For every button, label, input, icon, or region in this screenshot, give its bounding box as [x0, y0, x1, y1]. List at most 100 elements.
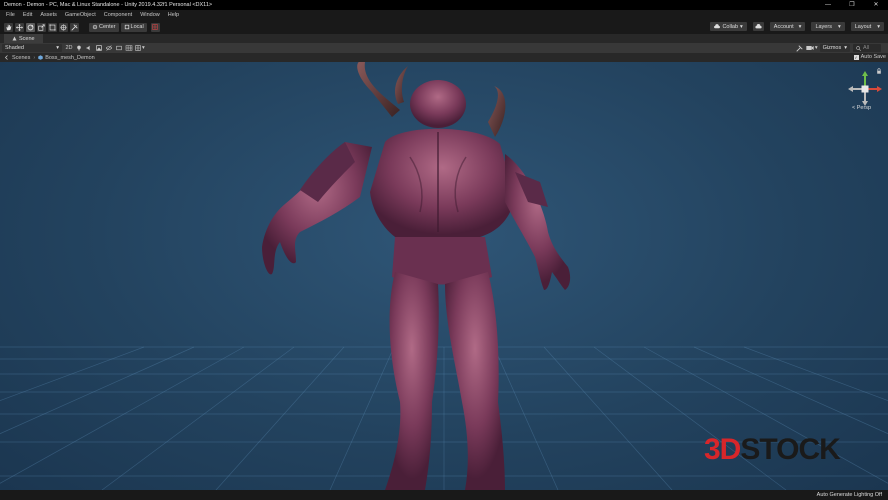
- move-arrows-icon: [16, 23, 23, 31]
- snap-grid-icon: [135, 45, 141, 51]
- scene-viewport[interactable]: < Persp: [0, 62, 888, 490]
- pivot-space-toggle[interactable]: Local: [120, 22, 147, 32]
- demon-right-leg: [445, 272, 505, 490]
- layers-dropdown[interactable]: Layers ▾: [811, 22, 845, 31]
- demon-torso: [370, 128, 515, 240]
- collab-dropdown[interactable]: Collab ▾: [710, 22, 747, 31]
- scene-view-toolbar: Shaded ▾ 2D ▾ ▾ Gizmos ▾ All: [0, 43, 888, 53]
- floor-grid: [0, 346, 888, 490]
- hidden-count-badge: [115, 44, 123, 52]
- cloud-icon: [755, 24, 762, 29]
- chevron-down-icon: ▾: [814, 45, 818, 51]
- menu-gameobject[interactable]: GameObject: [65, 12, 96, 18]
- orientation-gizmo[interactable]: [846, 70, 884, 108]
- breadcrumb: Scenes › Boss_mesh_Demon ✓ Auto Save: [0, 53, 888, 62]
- chevron-down-icon: ▾: [844, 45, 847, 51]
- local-space-icon: [124, 24, 129, 30]
- auto-save-checkbox[interactable]: ✓: [853, 54, 859, 60]
- 2d-mode-toggle[interactable]: 2D: [65, 44, 73, 52]
- back-arrow-icon[interactable]: [4, 55, 9, 60]
- rotate-icon: [27, 24, 34, 30]
- tab-scene-label: Scene: [19, 35, 35, 42]
- scale-tool-button[interactable]: [37, 22, 46, 32]
- gizmos-dropdown[interactable]: Gizmos ▾: [819, 44, 850, 52]
- minimize-button[interactable]: —: [816, 0, 840, 10]
- light-bulb-icon: [77, 45, 81, 51]
- scene-render: [0, 62, 888, 490]
- layout-label: Layout: [854, 23, 872, 30]
- demon-model[interactable]: [262, 62, 571, 490]
- scene-icon: [12, 36, 17, 41]
- pivot-center-toggle[interactable]: Center: [89, 22, 119, 32]
- shading-label: Shaded: [5, 45, 24, 51]
- account-label: Account: [773, 23, 794, 30]
- menu-help[interactable]: Help: [168, 12, 179, 18]
- scene-tab-strip: Scene: [0, 34, 888, 43]
- wrench-icon: [796, 44, 803, 52]
- menu-assets[interactable]: Assets: [40, 12, 57, 18]
- chevron-down-icon: ▾: [56, 45, 59, 51]
- status-bar: Auto Generate Lighting Off: [0, 490, 888, 500]
- grid-snap-icon: [152, 24, 158, 30]
- window-title: Demon - Demon - PC, Mac & Linux Standalo…: [4, 2, 213, 8]
- tools-menu-button[interactable]: [796, 44, 804, 52]
- eye-slash-icon: [106, 45, 112, 51]
- speaker-icon: [86, 45, 90, 51]
- lock-icon[interactable]: [876, 68, 882, 74]
- snap-settings-button[interactable]: [150, 22, 160, 32]
- perspective-label[interactable]: < Persp: [852, 105, 871, 111]
- watermark-3d: 3D: [704, 433, 741, 466]
- layout-dropdown[interactable]: Layout ▾: [850, 22, 884, 31]
- chevron-down-icon: ▾: [798, 23, 802, 30]
- breadcrumb-current[interactable]: Boss_mesh_Demon: [45, 55, 95, 61]
- scene-view-toolbar-right: ▾ Gizmos ▾ All: [796, 44, 884, 52]
- search-scope-label: All: [863, 45, 870, 51]
- rotate-tool-button[interactable]: [26, 22, 35, 32]
- grid-toggle[interactable]: [125, 44, 133, 52]
- move-tool-button[interactable]: [15, 22, 24, 32]
- tab-scene[interactable]: Scene: [4, 34, 43, 43]
- lighting-status[interactable]: Auto Generate Lighting Off: [817, 492, 882, 498]
- maximize-button[interactable]: ❐: [840, 0, 864, 10]
- account-dropdown[interactable]: Account ▾: [769, 22, 806, 31]
- prefab-cube-icon: [38, 55, 43, 60]
- custom-tool-button[interactable]: [70, 22, 79, 32]
- camera-icon: [806, 46, 814, 50]
- rect-tool-button[interactable]: [48, 22, 57, 32]
- grid-icon: [125, 45, 133, 51]
- effects-dropdown[interactable]: [95, 44, 103, 52]
- collab-label: Collab: [722, 23, 739, 30]
- menu-window[interactable]: Window: [140, 12, 160, 18]
- transform-tool-button[interactable]: [59, 22, 68, 32]
- breadcrumb-scenes[interactable]: Scenes: [12, 55, 30, 61]
- rect-transform-icon: [49, 23, 56, 31]
- demon-back-horn: [395, 66, 408, 104]
- search-icon: [856, 45, 861, 51]
- chevron-down-icon: ▾: [142, 45, 145, 51]
- menu-component[interactable]: Component: [104, 12, 132, 18]
- pivot-label: Center: [99, 24, 116, 30]
- menu-file[interactable]: File: [6, 12, 15, 18]
- hidden-objects-toggle[interactable]: [105, 44, 113, 52]
- hand-tool-button[interactable]: [4, 22, 13, 32]
- hand-icon: [6, 24, 12, 30]
- watermark-stock: STOCK: [740, 433, 840, 466]
- shading-mode-dropdown[interactable]: Shaded ▾: [2, 44, 62, 52]
- demon-left-horn: [357, 62, 400, 117]
- cloud-services-button[interactable]: [752, 22, 764, 31]
- layers-label: Layers: [815, 23, 832, 30]
- camera-settings-dropdown[interactable]: ▾: [806, 44, 818, 52]
- gizmos-label: Gizmos: [822, 45, 842, 51]
- count-icon: [116, 45, 122, 51]
- menu-edit[interactable]: Edit: [23, 12, 32, 18]
- title-bar: Demon - Demon - PC, Mac & Linux Standalo…: [0, 0, 888, 10]
- snap-increment-dropdown[interactable]: ▾: [135, 44, 145, 52]
- lighting-toggle[interactable]: [75, 44, 83, 52]
- auto-save-toggle[interactable]: ✓ Auto Save: [853, 54, 886, 60]
- demon-head: [410, 80, 466, 128]
- close-button[interactable]: ✕: [864, 0, 888, 10]
- audio-toggle[interactable]: [85, 44, 93, 52]
- window-controls: — ❐ ✕: [816, 0, 888, 10]
- chevron-down-icon: ▾: [877, 23, 880, 30]
- scene-search-field[interactable]: All: [853, 44, 881, 52]
